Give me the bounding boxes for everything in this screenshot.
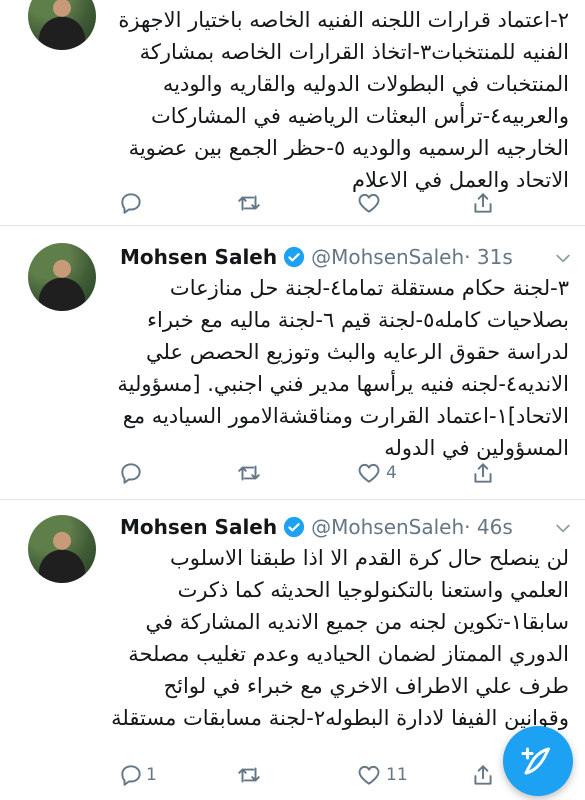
tweet[interactable]: Mohsen Saleh @MohsenSaleh · 46s لن ينصلح… bbox=[0, 500, 585, 800]
retweet-icon bbox=[238, 195, 260, 211]
avatar[interactable] bbox=[28, 0, 96, 50]
compose-tweet-button[interactable] bbox=[503, 726, 573, 796]
tweet-time: · 46s bbox=[464, 515, 513, 539]
reply-icon bbox=[121, 193, 141, 214]
reply-button[interactable]: 1 bbox=[118, 760, 157, 790]
tweet[interactable]: Mohsen Saleh @MohsenSaleh · 31s ٣-لجنة ح… bbox=[0, 226, 585, 500]
tweet-header: Mohsen Saleh @MohsenSaleh · 46s bbox=[120, 510, 513, 544]
share-button[interactable] bbox=[470, 760, 496, 790]
tweet-actions: 1 11 bbox=[118, 760, 508, 790]
author-handle[interactable]: @MohsenSaleh bbox=[311, 515, 464, 539]
chevron-down-icon[interactable] bbox=[553, 518, 573, 538]
share-icon bbox=[474, 463, 492, 483]
like-button[interactable] bbox=[356, 188, 382, 218]
like-icon bbox=[358, 193, 380, 213]
like-icon bbox=[358, 765, 380, 785]
share-icon bbox=[474, 765, 492, 785]
share-icon bbox=[474, 193, 492, 213]
share-button[interactable] bbox=[470, 188, 496, 218]
tweet-text: ٢-اعتماد قرارات اللجنه الفنيه الخاصه باخ… bbox=[118, 8, 569, 192]
retweet-button[interactable] bbox=[236, 458, 262, 488]
like-count: 11 bbox=[386, 765, 408, 785]
retweet-button[interactable] bbox=[236, 188, 262, 218]
like-button[interactable]: 4 bbox=[356, 458, 397, 488]
reply-button[interactable] bbox=[118, 188, 144, 218]
retweet-icon bbox=[238, 767, 260, 783]
avatar[interactable] bbox=[28, 515, 96, 583]
author-name[interactable]: Mohsen Saleh bbox=[120, 515, 277, 539]
retweet-button[interactable] bbox=[236, 760, 262, 790]
reply-icon bbox=[121, 463, 141, 484]
verified-icon bbox=[284, 516, 305, 538]
tweet-actions: 4 bbox=[118, 458, 508, 488]
like-button[interactable]: 11 bbox=[356, 760, 408, 790]
tweet[interactable]: ٢-اعتماد قرارات اللجنه الفنيه الخاصه باخ… bbox=[0, 0, 585, 226]
tweet-header: Mohsen Saleh @MohsenSaleh · 31s bbox=[120, 240, 513, 274]
like-count: 4 bbox=[386, 463, 397, 483]
reply-icon bbox=[121, 765, 141, 786]
reply-button[interactable] bbox=[118, 458, 144, 488]
tweet-text: ٣-لجنة حكام مستقلة تماما٤-لجنة حل منازعا… bbox=[117, 276, 569, 460]
compose-tweet-icon bbox=[521, 747, 550, 775]
tweet-actions bbox=[118, 188, 508, 218]
verified-icon bbox=[284, 246, 305, 268]
reply-count: 1 bbox=[146, 765, 157, 785]
retweet-icon bbox=[238, 465, 260, 481]
chevron-down-icon[interactable] bbox=[553, 248, 573, 268]
author-handle[interactable]: @MohsenSaleh bbox=[311, 245, 464, 269]
author-name[interactable]: Mohsen Saleh bbox=[120, 245, 277, 269]
avatar[interactable] bbox=[28, 243, 96, 311]
share-button[interactable] bbox=[470, 458, 496, 488]
tweet-text: لن ينصلح حال كرة القدم الا اذا طبقنا الا… bbox=[111, 546, 569, 762]
like-icon bbox=[358, 463, 380, 483]
tweet-time: · 31s bbox=[464, 245, 513, 269]
